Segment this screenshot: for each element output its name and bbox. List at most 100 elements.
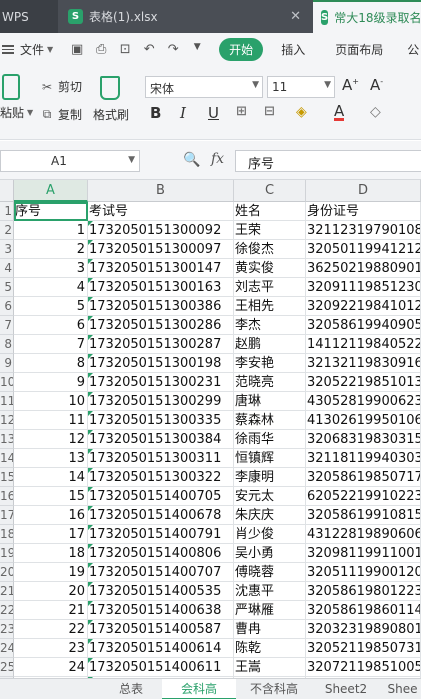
table-cell[interactable]: 62052219910223 <box>306 487 421 506</box>
table-cell[interactable]: 32058619860114 <box>306 601 421 620</box>
borders-icon[interactable]: ⊞ <box>236 104 247 119</box>
table-cell[interactable]: 1732050151300163 <box>88 278 234 297</box>
row-header[interactable]: 2 <box>0 221 14 240</box>
table-cell[interactable]: 32052119850731 <box>306 639 421 658</box>
sheet-grid[interactable]: A B C D 1 序号 考试号 姓名 身份证号 2 1 1732050151300092 王荣 3211… <box>0 180 421 678</box>
table-cell[interactable]: 1732050151300097 <box>88 240 234 259</box>
column-header-b[interactable]: B <box>88 180 234 202</box>
cut-button[interactable]: ✂ 剪切 <box>40 78 82 95</box>
table-cell[interactable]: 1732050151400791 <box>88 525 234 544</box>
font-family-select[interactable]: 宋体 ▼ <box>145 76 263 98</box>
row-header[interactable]: 8 <box>0 335 14 354</box>
redo-icon[interactable]: ↷ <box>165 42 181 57</box>
column-header-c[interactable]: C <box>234 180 306 202</box>
table-cell[interactable]: 12 <box>14 430 88 449</box>
table-cell[interactable]: 唐琳 <box>234 392 306 411</box>
sheet-tab[interactable]: Shee <box>380 679 421 699</box>
table-cell[interactable]: 32058619910815 <box>306 506 421 525</box>
tab-wps-home[interactable]: WPS <box>0 0 58 33</box>
table-cell[interactable]: 36250219880901 <box>306 259 421 278</box>
table-cell[interactable]: 14112119840522 <box>306 335 421 354</box>
menu-file[interactable]: 文件 ▼ <box>20 41 53 58</box>
header-cell[interactable]: 序号 <box>14 202 88 221</box>
sheet-tab[interactable]: 不含科高 <box>236 679 312 699</box>
table-cell[interactable]: 徐俊杰 <box>234 240 306 259</box>
formula-input[interactable]: 序号 <box>235 150 421 172</box>
table-cell[interactable]: 1732050151300286 <box>88 316 234 335</box>
table-cell[interactable]: 15 <box>14 487 88 506</box>
row-header[interactable]: 15 <box>0 468 14 487</box>
tab-page-layout[interactable]: 页面布局 <box>335 41 383 58</box>
table-cell[interactable]: 17 <box>14 525 88 544</box>
table-cell[interactable]: 7 <box>14 335 88 354</box>
table-cell[interactable]: 1732050151400614 <box>88 639 234 658</box>
increase-font-icon[interactable]: A+ <box>342 76 359 94</box>
table-cell[interactable]: 1732050151300231 <box>88 373 234 392</box>
row-header[interactable]: 18 <box>0 525 14 544</box>
row-header[interactable]: 1 <box>0 202 14 221</box>
table-cell[interactable]: 43122819890606 <box>306 525 421 544</box>
merge-icon[interactable]: ⊟ <box>264 104 275 119</box>
table-cell[interactable]: 43052819900623 <box>306 392 421 411</box>
table-cell[interactable]: 32098119911001 <box>306 544 421 563</box>
row-header[interactable]: 4 <box>0 259 14 278</box>
row-header[interactable]: 11 <box>0 392 14 411</box>
table-cell[interactable]: 19 <box>14 563 88 582</box>
table-cell[interactable]: 1732050151400707 <box>88 563 234 582</box>
table-cell[interactable]: 1732050151400535 <box>88 582 234 601</box>
paste-icon[interactable] <box>2 74 20 100</box>
table-cell[interactable]: 18 <box>14 544 88 563</box>
table-cell[interactable]: 1732050151300335 <box>88 411 234 430</box>
table-cell[interactable]: 严琳雁 <box>234 601 306 620</box>
table-cell[interactable]: 安元太 <box>234 487 306 506</box>
tab-insert[interactable]: 插入 <box>281 41 305 58</box>
font-color-icon[interactable]: A <box>334 104 345 121</box>
table-cell[interactable]: 刘志平 <box>234 278 306 297</box>
table-cell[interactable]: 吴小勇 <box>234 544 306 563</box>
table-cell[interactable]: 陈乾 <box>234 639 306 658</box>
select-all-corner[interactable] <box>0 180 14 202</box>
table-cell[interactable]: 23 <box>14 639 88 658</box>
table-cell[interactable]: 32052219851013 <box>306 373 421 392</box>
table-cell[interactable]: 王相先 <box>234 297 306 316</box>
table-cell[interactable]: 16 <box>14 506 88 525</box>
italic-button[interactable]: I <box>180 104 186 122</box>
row-header[interactable]: 13 <box>0 430 14 449</box>
format-painter-button[interactable]: 格式刷 <box>93 106 129 123</box>
tab-workbook-2[interactable]: S 常大18级录取名 <box>313 0 421 33</box>
row-header[interactable]: 19 <box>0 544 14 563</box>
row-header[interactable]: 21 <box>0 582 14 601</box>
hamburger-icon[interactable] <box>2 43 14 56</box>
table-cell[interactable]: 13 <box>14 449 88 468</box>
font-size-select[interactable]: 11 ▼ <box>267 76 335 98</box>
table-cell[interactable]: 14 <box>14 468 88 487</box>
fill-color-icon[interactable]: ◈ <box>296 104 307 120</box>
table-cell[interactable]: 32032319890801 <box>306 620 421 639</box>
save-icon[interactable]: ▣ <box>69 42 85 57</box>
row-header[interactable]: 5 <box>0 278 14 297</box>
tab-start[interactable]: 开始 <box>219 38 264 61</box>
table-cell[interactable]: 1732050151300092 <box>88 221 234 240</box>
underline-button[interactable]: U <box>208 104 219 122</box>
table-cell[interactable]: 32058619801223 <box>306 582 421 601</box>
print-icon[interactable]: ⎙ <box>93 42 109 57</box>
column-header-d[interactable]: D <box>306 180 421 202</box>
table-cell[interactable]: 徐雨华 <box>234 430 306 449</box>
table-cell[interactable]: 2 <box>14 240 88 259</box>
table-cell[interactable]: 朱庆庆 <box>234 506 306 525</box>
table-cell[interactable]: 41302619950106 <box>306 411 421 430</box>
table-cell[interactable]: 20 <box>14 582 88 601</box>
table-cell[interactable]: 1732050151400638 <box>88 601 234 620</box>
tab-workbook[interactable]: S 表格(1).xlsx ✕ <box>58 0 313 33</box>
table-cell[interactable]: 肖少俊 <box>234 525 306 544</box>
table-cell[interactable]: 8 <box>14 354 88 373</box>
table-cell[interactable]: 李安艳 <box>234 354 306 373</box>
print-preview-icon[interactable]: ⊡ <box>117 42 133 57</box>
row-header[interactable]: 17 <box>0 506 14 525</box>
table-cell[interactable]: 李康明 <box>234 468 306 487</box>
undo-icon[interactable]: ↶ <box>141 42 157 57</box>
sheet-tab[interactable]: Sheet2 <box>312 679 380 699</box>
table-cell[interactable]: 1732050151300287 <box>88 335 234 354</box>
table-cell[interactable]: 21 <box>14 601 88 620</box>
tab-formula[interactable]: 公 <box>407 41 419 58</box>
